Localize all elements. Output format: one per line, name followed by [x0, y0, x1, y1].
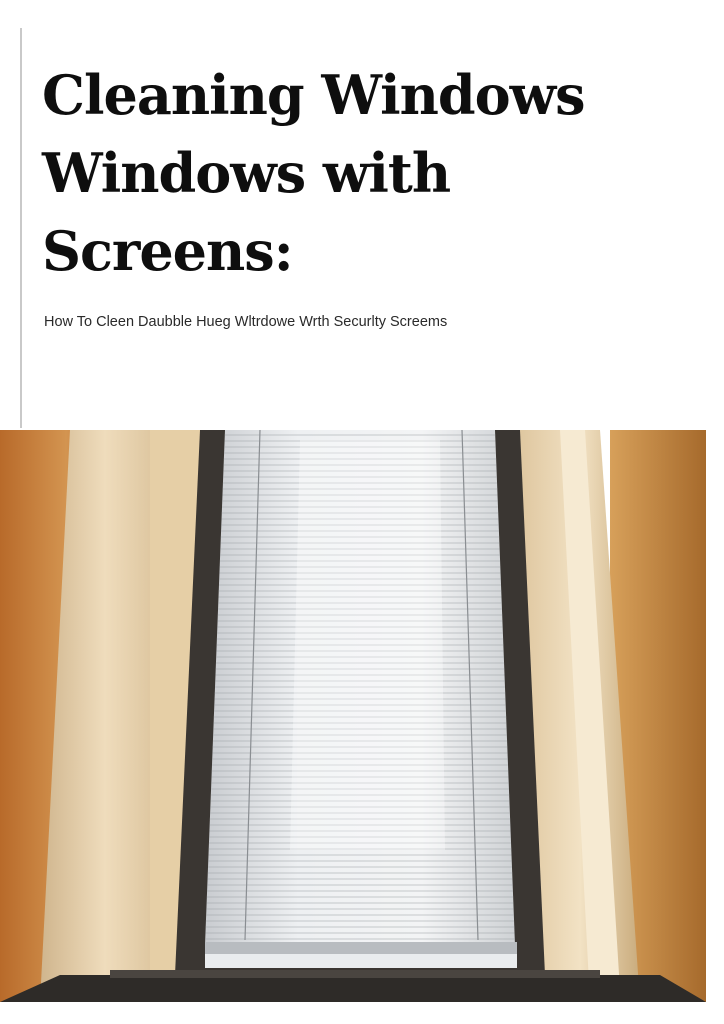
title-line-2: Windows with [42, 141, 451, 205]
lower-glass [205, 954, 517, 968]
title-line-1: Cleaning Windows [42, 63, 586, 127]
margin-rule [20, 28, 22, 428]
window-photo [0, 430, 706, 1002]
window-sill [0, 975, 706, 1002]
sill-edge [110, 970, 600, 978]
blind-bottom-rail [205, 942, 517, 954]
cover-subtitle: How To Cleen Daubble Hueg Wltrdowe Wrth … [44, 314, 448, 330]
title-line-3: Screens: [42, 219, 294, 283]
window-photo-illustration [0, 430, 706, 1002]
glass-glare [290, 440, 445, 850]
cover-title: Cleaning Windows Windows with Screens: [42, 56, 712, 290]
